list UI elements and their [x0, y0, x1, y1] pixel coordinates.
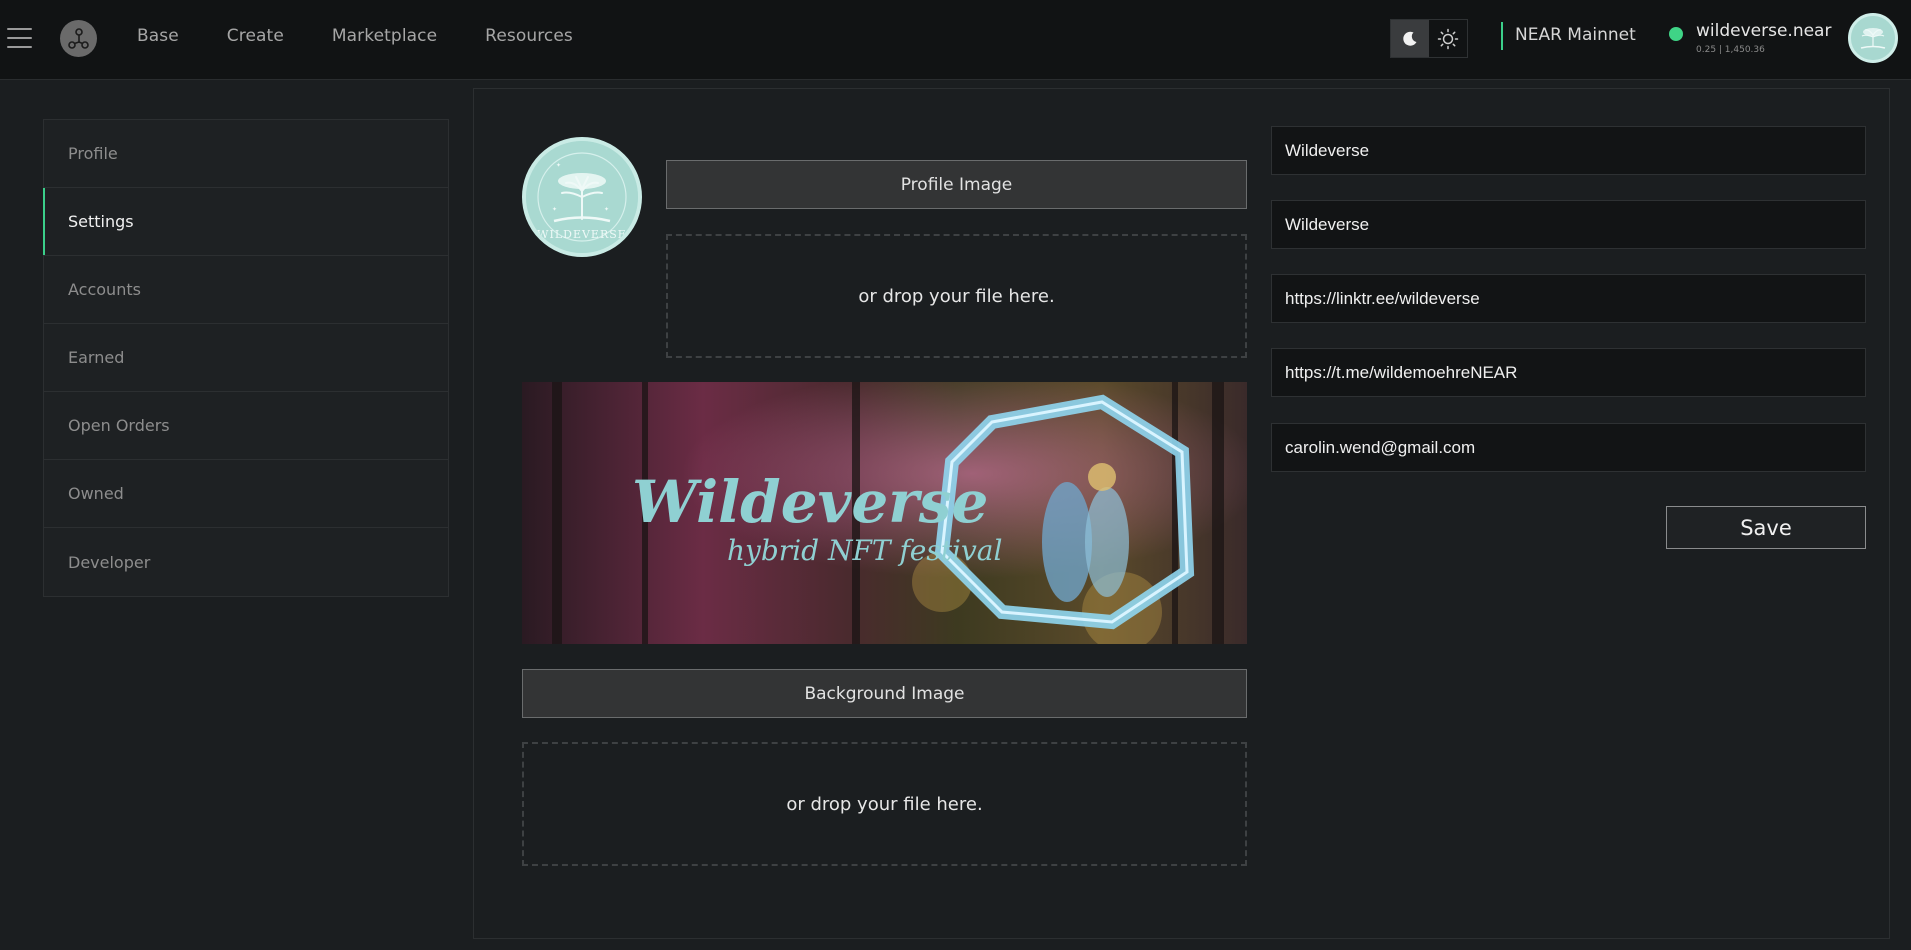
network-label[interactable]: NEAR Mainnet — [1515, 25, 1636, 45]
nav-marketplace[interactable]: Marketplace — [332, 26, 437, 46]
account-balance: 0.25 | 1,450.36 — [1696, 45, 1765, 55]
background-image-dropzone[interactable]: or drop your file here. — [522, 742, 1247, 866]
nav-resources[interactable]: Resources — [485, 26, 573, 46]
account-name[interactable]: wildeverse.near — [1696, 21, 1831, 41]
name-field[interactable] — [1271, 200, 1866, 249]
profile-image-dropzone[interactable]: or drop your file here. — [666, 234, 1247, 358]
logo-network-icon — [67, 27, 89, 49]
banner-subtitle: hybrid NFT festival — [727, 534, 1002, 567]
profile-image-button[interactable]: Profile Image — [666, 160, 1247, 209]
website-field[interactable] — [1271, 274, 1866, 323]
background-dropzone-label: or drop your file here. — [786, 793, 983, 815]
telegram-field[interactable] — [1271, 348, 1866, 397]
save-button[interactable]: Save — [1666, 506, 1866, 549]
banner-title: Wildeverse — [632, 468, 988, 536]
svg-text:✦: ✦ — [604, 206, 609, 213]
sun-icon — [1437, 28, 1459, 49]
dark-mode-button[interactable] — [1391, 20, 1429, 57]
theme-toggle — [1390, 19, 1468, 58]
background-image-preview: Wildeverse hybrid NFT festival — [522, 382, 1247, 644]
nav-create[interactable]: Create — [227, 26, 284, 46]
wildeverse-logo-small — [1851, 16, 1895, 60]
festival-banner-image: Wildeverse hybrid NFT festival — [522, 382, 1247, 644]
network-indicator-bar — [1501, 22, 1503, 50]
user-avatar[interactable] — [1848, 13, 1898, 63]
display-name-field[interactable] — [1271, 126, 1866, 175]
light-mode-button[interactable] — [1429, 20, 1467, 57]
sidebar-item-accounts[interactable]: Accounts — [44, 256, 448, 324]
profile-avatar: ✦ ✦ ✦ WILDEVERSE — [522, 137, 642, 257]
wildeverse-logo: ✦ ✦ ✦ WILDEVERSE — [526, 141, 638, 253]
nav-base[interactable]: Base — [137, 26, 179, 46]
background-image-button[interactable]: Background Image — [522, 669, 1247, 718]
settings-sidebar: Profile Settings Accounts Earned Open Or… — [43, 119, 449, 597]
moon-icon — [1403, 31, 1417, 46]
sidebar-item-earned[interactable]: Earned — [44, 324, 448, 392]
sidebar-item-profile[interactable]: Profile — [44, 120, 448, 188]
top-bar: Base Create Marketplace Resources NEAR M… — [0, 0, 1911, 80]
avatar-logo-text: WILDEVERSE — [537, 228, 627, 241]
svg-text:✦: ✦ — [556, 162, 561, 169]
sidebar-item-settings[interactable]: Settings — [43, 188, 448, 256]
connection-status-dot — [1669, 27, 1683, 41]
menu-icon[interactable] — [7, 28, 32, 48]
svg-text:✦: ✦ — [552, 206, 557, 213]
app-logo[interactable] — [60, 20, 97, 57]
sidebar-item-developer[interactable]: Developer — [44, 528, 448, 596]
sidebar-item-open-orders[interactable]: Open Orders — [44, 392, 448, 460]
main-nav: Base Create Marketplace Resources — [137, 26, 573, 46]
sidebar-item-owned[interactable]: Owned — [44, 460, 448, 528]
email-field[interactable] — [1271, 423, 1866, 472]
profile-dropzone-label: or drop your file here. — [858, 285, 1055, 307]
